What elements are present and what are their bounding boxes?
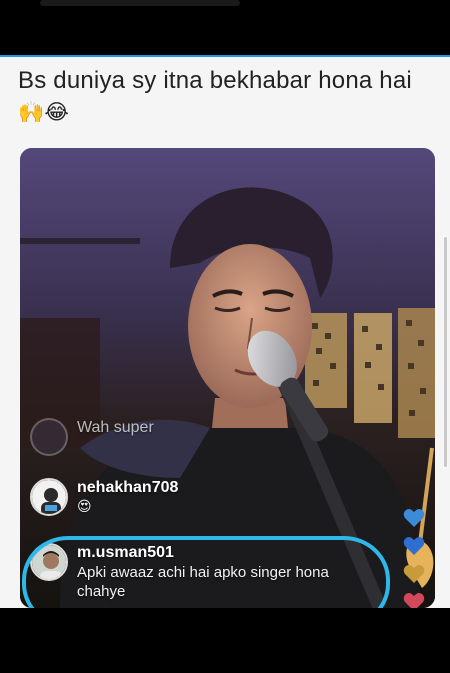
post-caption: Bs duniya sy itna bekhabar hona hai 🙌😂	[18, 65, 438, 128]
scrollbar[interactable]	[444, 237, 447, 467]
heart-icon	[403, 593, 425, 608]
live-video-screenshot: Wah super nehakhan708 😍 m.usman501 Apki …	[20, 148, 435, 608]
comment-username: nehakhan708	[77, 479, 179, 496]
bottom-bar: 😂😂	[0, 608, 450, 673]
post-card: Bs duniya sy itna bekhabar hona hai 🙌😂 W…	[0, 55, 450, 608]
comment-text: Wah super	[77, 419, 154, 436]
live-comment-faded: Wah super	[30, 418, 154, 456]
floating-hearts	[403, 508, 429, 608]
comment-highlight-circle	[22, 536, 390, 608]
avatar	[30, 478, 68, 516]
avatar	[30, 418, 68, 456]
caption-emoji: 🙌😂	[18, 100, 70, 124]
cropped-header	[40, 0, 240, 6]
top-bar	[0, 0, 450, 55]
heart-icon	[403, 537, 425, 555]
heart-icon	[403, 509, 425, 527]
caption-text: Bs duniya sy itna bekhabar hona hai	[18, 67, 412, 94]
live-comment: nehakhan708 😍	[30, 478, 178, 517]
reaction-emoji: 😂😂	[189, 617, 261, 652]
comment-text: 😍	[77, 499, 92, 515]
heart-icon	[403, 565, 425, 583]
